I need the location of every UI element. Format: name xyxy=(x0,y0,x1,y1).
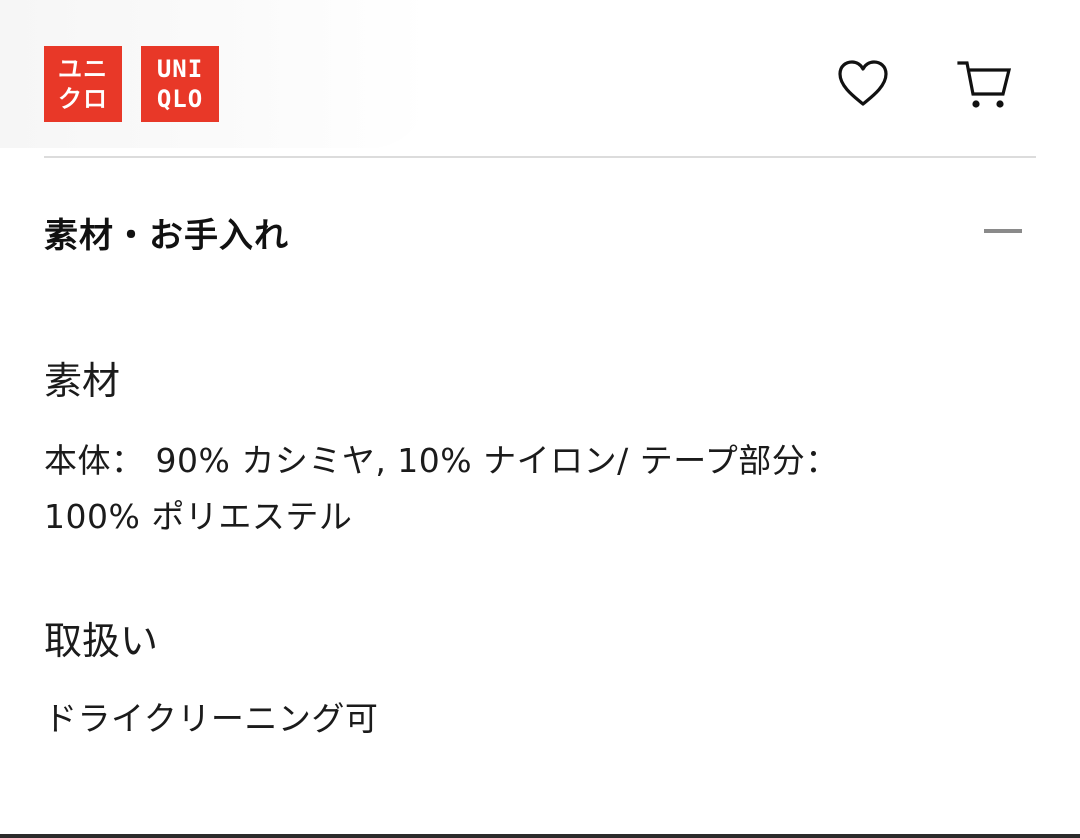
care-heading: 取扱い xyxy=(44,619,159,663)
cart-icon xyxy=(957,61,1012,108)
logo-ja-line-1: ユニ xyxy=(58,55,108,83)
logo-en-line-2: QLO xyxy=(156,85,204,113)
logo-en-line-1: UNI xyxy=(156,55,204,83)
material-composition-line-2: 100% ポリエステル xyxy=(44,497,353,536)
header-divider xyxy=(44,156,1036,158)
logo-ja-line-2: クロ xyxy=(58,85,108,113)
material-heading: 素材 xyxy=(44,359,121,403)
material-composition-line-1: 本体： 90% カシミヤ, 10% ナイロン/ テープ部分： xyxy=(44,441,839,480)
materials-care-accordion-header[interactable]: 素材・お手入れ xyxy=(44,196,1036,266)
bottom-edge-bar xyxy=(0,834,1080,838)
minus-icon[interactable] xyxy=(984,229,1022,233)
uniqlo-logo-japanese[interactable]: ユニ クロ xyxy=(44,46,122,122)
heart-icon xyxy=(838,60,888,106)
product-detail-page: ユニ クロ UNI QLO 素材・お手入れ 素材 本体： 90% カシミヤ, 1… xyxy=(0,0,1080,838)
wishlist-button[interactable] xyxy=(833,54,893,114)
care-instruction: ドライクリーニング可 xyxy=(44,699,379,738)
cart-button[interactable] xyxy=(954,54,1014,114)
section-title: 素材・お手入れ xyxy=(44,216,289,256)
uniqlo-logo-english[interactable]: UNI QLO xyxy=(141,46,219,122)
